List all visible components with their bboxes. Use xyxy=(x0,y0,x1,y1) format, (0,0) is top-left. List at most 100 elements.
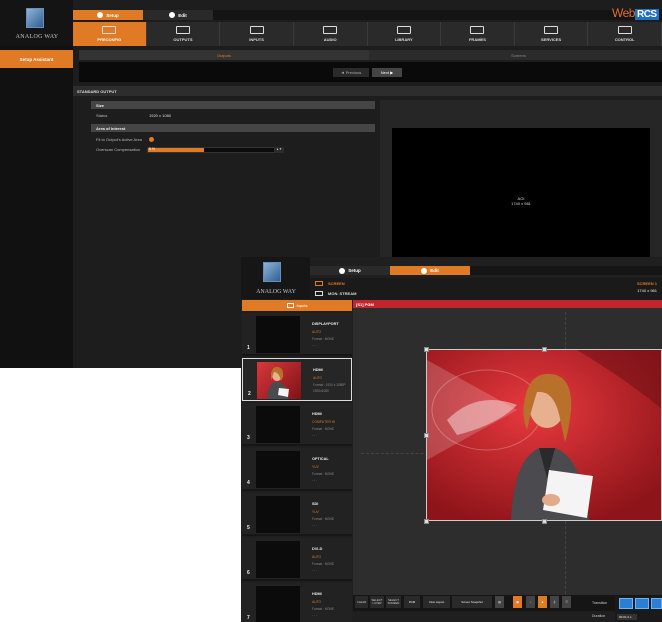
sidebar xyxy=(0,46,73,368)
input-name: DVI-D xyxy=(312,547,323,551)
tab-inputs[interactable]: INPUTS xyxy=(220,22,294,46)
input-slot[interactable]: 7 HDMI AUTO Format : NONE - - - xyxy=(242,583,352,622)
settings-icon[interactable]: ☰ xyxy=(562,596,571,608)
screen-name: SCREEN 1 xyxy=(636,281,657,286)
input-slot[interactable]: 2 HDMI AUTO Format : 1920 x 1080P 1920x1080 xyxy=(242,358,352,401)
screen-icon xyxy=(315,280,323,286)
edit-mode-label: Edit xyxy=(178,12,187,18)
setup-mode-button[interactable]: Setup xyxy=(310,266,390,275)
tab-preconfig[interactable]: PRECONFIG xyxy=(73,22,147,46)
wizard-nav xyxy=(79,62,662,82)
outputs-icon xyxy=(175,26,190,34)
input-name: HDMI xyxy=(312,412,322,416)
layout-icon[interactable]: ▣ xyxy=(513,596,522,608)
input-thumbnail xyxy=(256,451,300,488)
input-format: Format : NONE xyxy=(312,427,334,431)
layer-content-news-presenter[interactable] xyxy=(426,349,662,521)
tab-outputs[interactable]: OUTPUTS xyxy=(147,22,221,46)
edit-mode-button[interactable]: Edit xyxy=(143,10,213,20)
input-slot[interactable]: 4 OPTICAL YUV Format : NONE - - - xyxy=(242,448,352,491)
pgm-dropdown[interactable]: PGM xyxy=(404,596,420,608)
input-number: 4 xyxy=(247,480,250,486)
preconfig-icon xyxy=(102,26,117,34)
logo-mark-icon xyxy=(26,8,44,28)
input-slot[interactable]: 6 DVI-D AUTO Format : NONE - - - xyxy=(242,538,352,581)
input-number: 3 xyxy=(247,435,250,441)
input-resolution: - - - xyxy=(312,568,317,572)
select-screen-button[interactable]: SELECT SCREEN xyxy=(386,596,401,608)
overscan-spinner[interactable]: ▲▼ xyxy=(274,147,284,153)
fit-label: Fit to Output's Active Area xyxy=(96,137,142,142)
input-plug: AUTO xyxy=(312,330,322,334)
zoom-icon[interactable]: ⌕ xyxy=(526,596,535,608)
fade-transition-icon[interactable] xyxy=(635,598,649,609)
align-icon[interactable]: ╬ xyxy=(550,596,559,608)
logo-text: ANALOG WAY xyxy=(15,34,59,40)
cut-transition-icon[interactable] xyxy=(619,598,633,609)
tab-services[interactable]: SERVICES xyxy=(515,22,589,46)
status-value: 1920 x 1080 xyxy=(149,113,172,118)
grid-icon[interactable]: ▦ xyxy=(495,596,504,608)
input-slot[interactable]: 5 SDI YUV Format : NONE - - - xyxy=(242,493,352,536)
input-plug: AUTO xyxy=(312,555,322,559)
input-thumbnail xyxy=(257,362,301,399)
view-layout-dropdown[interactable]: View Layout xyxy=(423,596,450,608)
overscan-slider[interactable] xyxy=(147,147,280,153)
select-layer-button[interactable]: SELECT LAYER xyxy=(370,596,384,608)
tab-label: SERVICES xyxy=(540,37,562,42)
mon-stream-row[interactable]: MON. STREAM xyxy=(315,288,356,298)
take-transition-icon[interactable] xyxy=(651,598,662,609)
gear-icon xyxy=(97,12,104,18)
inputs-header-label: Inputs xyxy=(296,303,308,308)
overscan-value: 5 % xyxy=(149,147,156,151)
duration-field[interactable]: 00:01.0 s xyxy=(617,614,637,620)
setup-mode-label: Setup xyxy=(106,12,119,18)
input-resolution: - - - xyxy=(312,613,317,617)
main-tabs: PRECONFIG OUTPUTS INPUTS AUDIO LIBRARY F… xyxy=(73,22,662,46)
brand-rcs: RCS xyxy=(634,9,659,20)
thumbnail-presenter-image xyxy=(267,366,289,399)
input-slot[interactable]: 3 HDMI COMPUTER HI Format : NONE - - - xyxy=(242,403,352,446)
input-slot[interactable]: 1 DISPLAYPORT AUTO Format : NONE - - - xyxy=(242,313,352,356)
audio-icon xyxy=(323,26,338,34)
inputs-header[interactable]: Inputs xyxy=(242,300,352,311)
input-number: 7 xyxy=(247,615,250,621)
fit-checkbox[interactable] xyxy=(149,137,154,142)
screen-layer-row[interactable]: SCREEN xyxy=(315,278,345,288)
tab-library[interactable]: LIBRARY xyxy=(368,22,442,46)
previous-button[interactable]: ◄ Previous xyxy=(333,68,369,77)
tab-control[interactable]: CONTROL xyxy=(588,22,662,46)
step-outputs[interactable]: Outputs xyxy=(79,50,369,60)
input-format: Format : NONE xyxy=(312,607,334,611)
input-plug: AUTO xyxy=(313,376,323,380)
frames-icon xyxy=(470,26,485,34)
step-screens[interactable]: Screens xyxy=(375,50,662,60)
resize-handle-bottom-left[interactable] xyxy=(424,519,429,524)
clear-button[interactable]: CLEAR xyxy=(355,596,368,608)
layer-icon[interactable]: ■ xyxy=(538,596,547,608)
resize-handle-left[interactable] xyxy=(424,433,429,438)
preview-caption: AOI 1740 x 981 xyxy=(392,196,650,206)
screen-snapshot-button[interactable]: Screen Snapshot xyxy=(452,596,492,608)
tab-frames[interactable]: FRAMES xyxy=(441,22,515,46)
input-thumbnail xyxy=(256,541,300,578)
aoi-size: 1740 x 981 xyxy=(511,201,531,206)
next-button[interactable]: Next ▶ xyxy=(372,68,402,77)
resize-handle-bottom[interactable] xyxy=(542,519,547,524)
tab-label: CONTROL xyxy=(614,37,635,42)
tab-label: INPUTS xyxy=(249,37,264,42)
input-name: SDI xyxy=(312,502,319,506)
pgm-bar: [S1] PGM xyxy=(353,300,662,308)
edit-mode-button[interactable]: Edit xyxy=(390,266,470,275)
resize-handle-top-left[interactable] xyxy=(424,347,429,352)
setup-mode-button[interactable]: Setup xyxy=(73,10,143,20)
input-format: Format : NONE xyxy=(312,562,334,566)
tab-audio[interactable]: AUDIO xyxy=(294,22,368,46)
input-number: 5 xyxy=(247,525,250,531)
layer-selector: SCREEN MON. STREAM xyxy=(310,278,662,300)
input-thumbnail xyxy=(256,586,300,622)
edit-mode-label: Edit xyxy=(430,268,439,273)
resize-handle-top[interactable] xyxy=(542,347,547,352)
sidebar-item-setup-assistant[interactable]: Setup Assistant xyxy=(0,50,73,68)
overscan-fill xyxy=(148,148,205,152)
